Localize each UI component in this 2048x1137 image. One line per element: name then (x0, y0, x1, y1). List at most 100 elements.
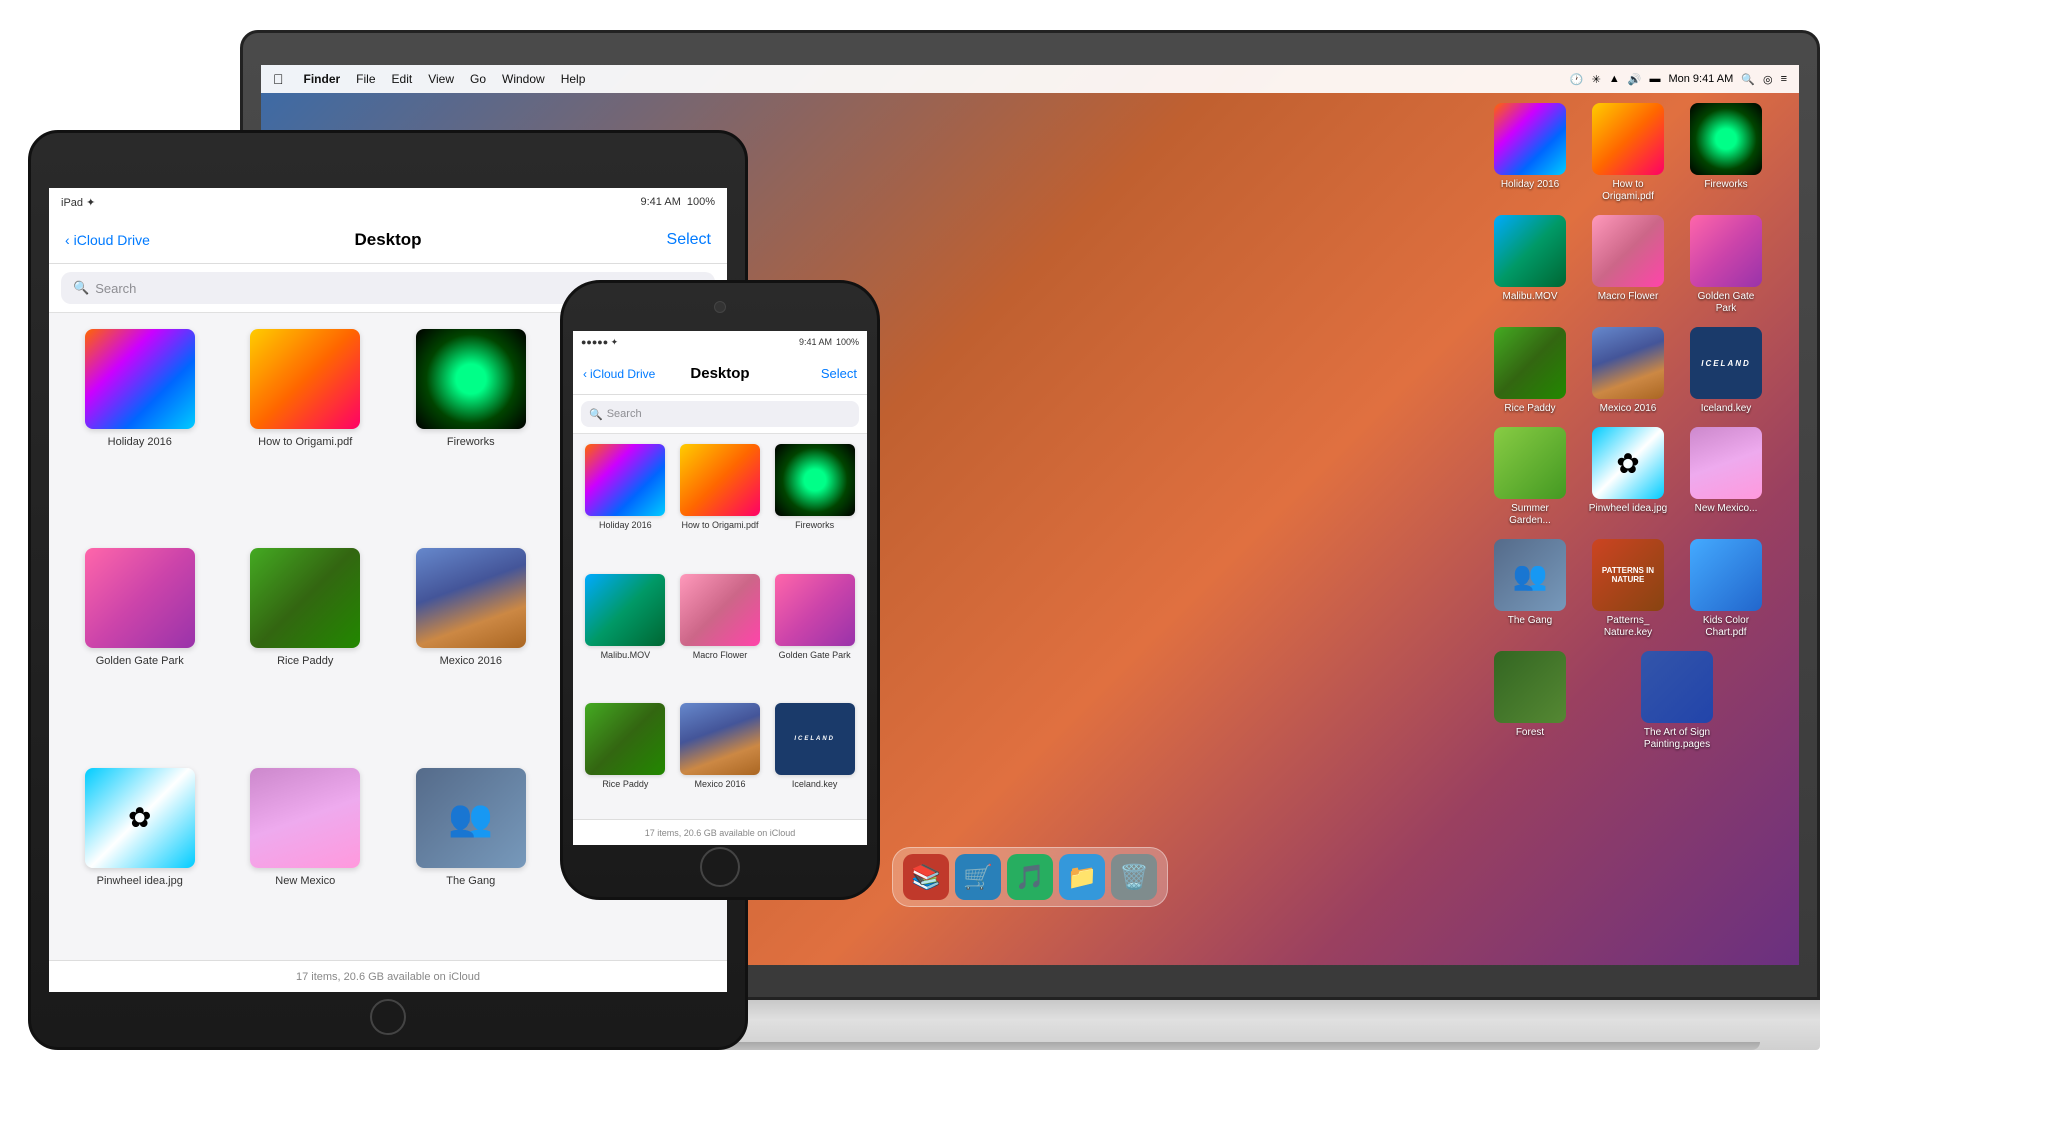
ipad-file-origami[interactable]: How to Origami.pdf (231, 329, 381, 532)
ipad-file-holiday[interactable]: Holiday 2016 (65, 329, 215, 532)
icon-thumb-gang: 👥 (1494, 539, 1566, 611)
icon-thumb-summer (1494, 427, 1566, 499)
iphone-search-placeholder: Search (607, 408, 642, 420)
dock-icon-books[interactable]: 📚 (903, 854, 949, 900)
ipad-footer-text: 17 items, 20.6 GB available on iCloud (296, 971, 480, 983)
menu-go[interactable]: Go (470, 72, 486, 86)
desktop-icon-malibu[interactable]: Malibu.MOV (1485, 215, 1575, 315)
iphone-file-ggpark[interactable]: Golden Gate Park (772, 574, 857, 694)
desktop-icon-pinwheel[interactable]: ✿ Pinwheel idea.jpg (1583, 427, 1673, 527)
icon-thumb-kidschart (1690, 539, 1762, 611)
dock-icon-music[interactable]: 🎵 (1007, 854, 1053, 900)
ipad-label-newmexico: New Mexico (275, 874, 335, 888)
menu-window[interactable]: Window (502, 72, 545, 86)
iphone-back-button[interactable]: ‹ iCloud Drive (583, 367, 655, 381)
desktop-icon-holiday[interactable]: Holiday 2016 (1485, 103, 1575, 203)
icon-thumb-newmexico (1690, 427, 1762, 499)
iphone-file-ricepaddy[interactable]: Rice Paddy (583, 703, 668, 823)
desktop-icon-ggpark[interactable]: Golden Gate Park (1681, 215, 1771, 315)
iphone-file-fireworks[interactable]: Fireworks (772, 444, 857, 564)
iphone-status-right: 9:41 AM 100% (799, 337, 859, 347)
icon-label-patterns: Patterns_ Nature.key (1588, 615, 1668, 639)
desktop-icon-gang[interactable]: 👥 The Gang (1485, 539, 1575, 639)
apple-logo-icon[interactable]:  (273, 71, 284, 87)
iphone-label-macro: Macro Flower (693, 650, 748, 661)
iphone-search-input[interactable]: 🔍 Search (581, 401, 859, 427)
ipad-file-pinwheel[interactable]: ✿ Pinwheel idea.jpg (65, 768, 215, 971)
iphone-file-macro[interactable]: Macro Flower (678, 574, 763, 694)
ipad-select-button[interactable]: Select (667, 231, 711, 249)
desktop-icon-fireworks[interactable]: Fireworks (1681, 103, 1771, 203)
icon-label-iceland: Iceland.key (1701, 403, 1752, 415)
clock-icon: 🕐 (1570, 73, 1584, 86)
desktop-icon-newmexico[interactable]: New Mexico... (1681, 427, 1771, 527)
icon-label-holiday: Holiday 2016 (1501, 179, 1559, 191)
desktop-icon-artbook[interactable]: The Art of Sign Painting.pages (1583, 651, 1771, 751)
desktop-icon-macro[interactable]: Macro Flower (1583, 215, 1673, 315)
desktop-icon-kidschart[interactable]: Kids Color Chart.pdf (1681, 539, 1771, 639)
menu-help[interactable]: Help (561, 72, 586, 86)
desktop-icon-forest[interactable]: Forest (1485, 651, 1575, 751)
desktop-icon-patterns[interactable]: PATTERNS IN NATURE Patterns_ Nature.key (1583, 539, 1673, 639)
ipad-footer: 17 items, 20.6 GB available on iCloud (49, 960, 727, 992)
ipad-file-gang[interactable]: 👥 The Gang (396, 768, 546, 971)
ipad-thumb-holiday (85, 329, 195, 429)
ipad-file-ggpark[interactable]: Golden Gate Park (65, 548, 215, 751)
icon-label-macro: Macro Flower (1598, 291, 1659, 303)
ipad-search-placeholder: Search (95, 281, 136, 296)
iphone-file-mexico[interactable]: Mexico 2016 (678, 703, 763, 823)
menubar-right: 🕐 ✳ ▲ 🔊 ▬ Mon 9:41 AM 🔍 ◎ ≡ (1570, 73, 1787, 86)
iphone-file-holiday[interactable]: Holiday 2016 (583, 444, 668, 564)
iphone-file-origami[interactable]: How to Origami.pdf (678, 444, 763, 564)
ipad-file-fireworks[interactable]: Fireworks (396, 329, 546, 532)
icon-label-malibu: Malibu.MOV (1502, 291, 1557, 303)
desktop-icon-ricepaddy[interactable]: Rice Paddy (1485, 327, 1575, 415)
icon-label-newmexico: New Mexico... (1695, 503, 1758, 515)
icon-label-artbook: The Art of Sign Painting.pages (1637, 727, 1717, 751)
iphone-thumb-ricepaddy (585, 703, 665, 775)
mac-dock: 📚 🛒 🎵 📁 🗑️ (892, 847, 1168, 907)
ipad-home-button[interactable] (370, 999, 406, 1035)
iphone-label-origami: How to Origami.pdf (681, 520, 758, 531)
iphone-time: 9:41 AM (799, 337, 832, 347)
ipad-file-ricepaddy[interactable]: Rice Paddy (231, 548, 381, 751)
dock-icon-appstore[interactable]: 🛒 (955, 854, 1001, 900)
desktop-icon-mexico[interactable]: Mexico 2016 (1583, 327, 1673, 415)
icon-thumb-pinwheel: ✿ (1592, 427, 1664, 499)
menu-finder[interactable]: Finder (304, 72, 341, 86)
iphone-file-malibu[interactable]: Malibu.MOV (583, 574, 668, 694)
iphone-iceland-text: ICELAND (794, 736, 835, 742)
iphone-label-ggpark: Golden Gate Park (779, 650, 851, 661)
control-center-icon[interactable]: ≡ (1781, 73, 1787, 85)
menu-view[interactable]: View (428, 72, 454, 86)
menu-file[interactable]: File (356, 72, 375, 86)
ipad-back-button[interactable]: ‹ iCloud Drive (65, 232, 150, 248)
icon-thumb-iceland: ICELAND (1690, 327, 1762, 399)
menu-edit[interactable]: Edit (392, 72, 413, 86)
icon-label-mexico: Mexico 2016 (1600, 403, 1657, 415)
ipad-file-mexico[interactable]: Mexico 2016 (396, 548, 546, 751)
icon-thumb-ggpark (1690, 215, 1762, 287)
desktop-icon-origami[interactable]: How to Origami.pdf (1583, 103, 1673, 203)
ipad-label-mexico: Mexico 2016 (440, 654, 502, 668)
ipad-label-ggpark: Golden Gate Park (96, 654, 184, 668)
dock-icon-trash[interactable]: 🗑️ (1111, 854, 1157, 900)
ipad-file-newmexico[interactable]: New Mexico (231, 768, 381, 971)
iphone-nav-bar: ‹ iCloud Drive Desktop Select (573, 353, 867, 395)
desktop-icon-summer[interactable]: Summer Garden... (1485, 427, 1575, 527)
iphone-file-iceland[interactable]: ICELAND Iceland.key (772, 703, 857, 823)
iphone-select-button[interactable]: Select (821, 366, 857, 381)
ipad-battery: 100% (687, 196, 715, 208)
iphone-carrier: ●●●●● ✦ (581, 337, 618, 348)
iphone-home-button[interactable] (700, 847, 740, 887)
iphone-footer: 17 items, 20.6 GB available on iCloud (573, 819, 867, 845)
search-icon[interactable]: 🔍 (1741, 73, 1755, 86)
icon-label-pinwheel: Pinwheel idea.jpg (1589, 503, 1667, 515)
desktop-icon-iceland[interactable]: ICELAND Iceland.key (1681, 327, 1771, 415)
siri-icon[interactable]: ◎ (1763, 73, 1773, 86)
iceland-text: ICELAND (1701, 359, 1751, 368)
icon-label-ggpark: Golden Gate Park (1686, 291, 1766, 315)
ipad-nav-title: Desktop (354, 230, 421, 250)
dock-icon-finder[interactable]: 📁 (1059, 854, 1105, 900)
icon-thumb-forest (1494, 651, 1566, 723)
